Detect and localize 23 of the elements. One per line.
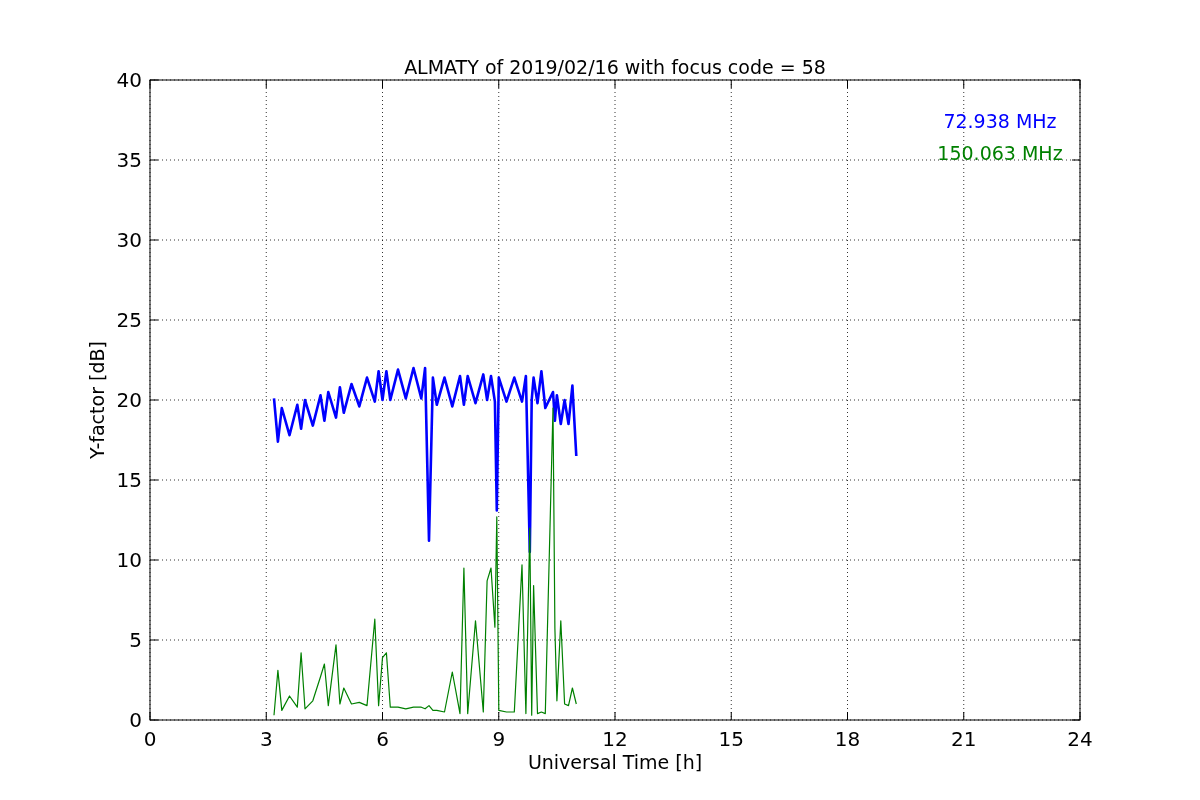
- tick-label: 18: [834, 727, 861, 751]
- legend-label: 72.938 MHz: [943, 110, 1057, 132]
- tick-label: 0: [129, 708, 142, 732]
- x-axis-title: Universal Time [h]: [527, 751, 703, 773]
- chart-title: ALMATY of 2019/02/16 with focus code = 58: [404, 56, 826, 78]
- tick-label: 35: [116, 148, 142, 172]
- tick-label: 24: [1067, 727, 1093, 751]
- tick-label: 30: [116, 228, 142, 252]
- tick-label: 15: [718, 727, 744, 751]
- tick-label: 5: [129, 628, 142, 652]
- tick-label: 40: [116, 68, 142, 92]
- tick-label: 21: [951, 727, 977, 751]
- tick-label: 9: [492, 727, 506, 751]
- tick-label: 15: [116, 468, 142, 492]
- y-axis-title: Y-factor [dB]: [86, 341, 108, 459]
- tick-label: 10: [116, 548, 142, 572]
- tick-label: 12: [602, 727, 628, 751]
- tick-label: 25: [116, 308, 142, 332]
- tick-label: 0: [143, 727, 157, 751]
- tick-label: 6: [376, 727, 389, 751]
- tick-label: 3: [259, 727, 273, 751]
- legend-label: 150.063 MHz: [937, 142, 1063, 164]
- tick-label: 20: [116, 388, 142, 412]
